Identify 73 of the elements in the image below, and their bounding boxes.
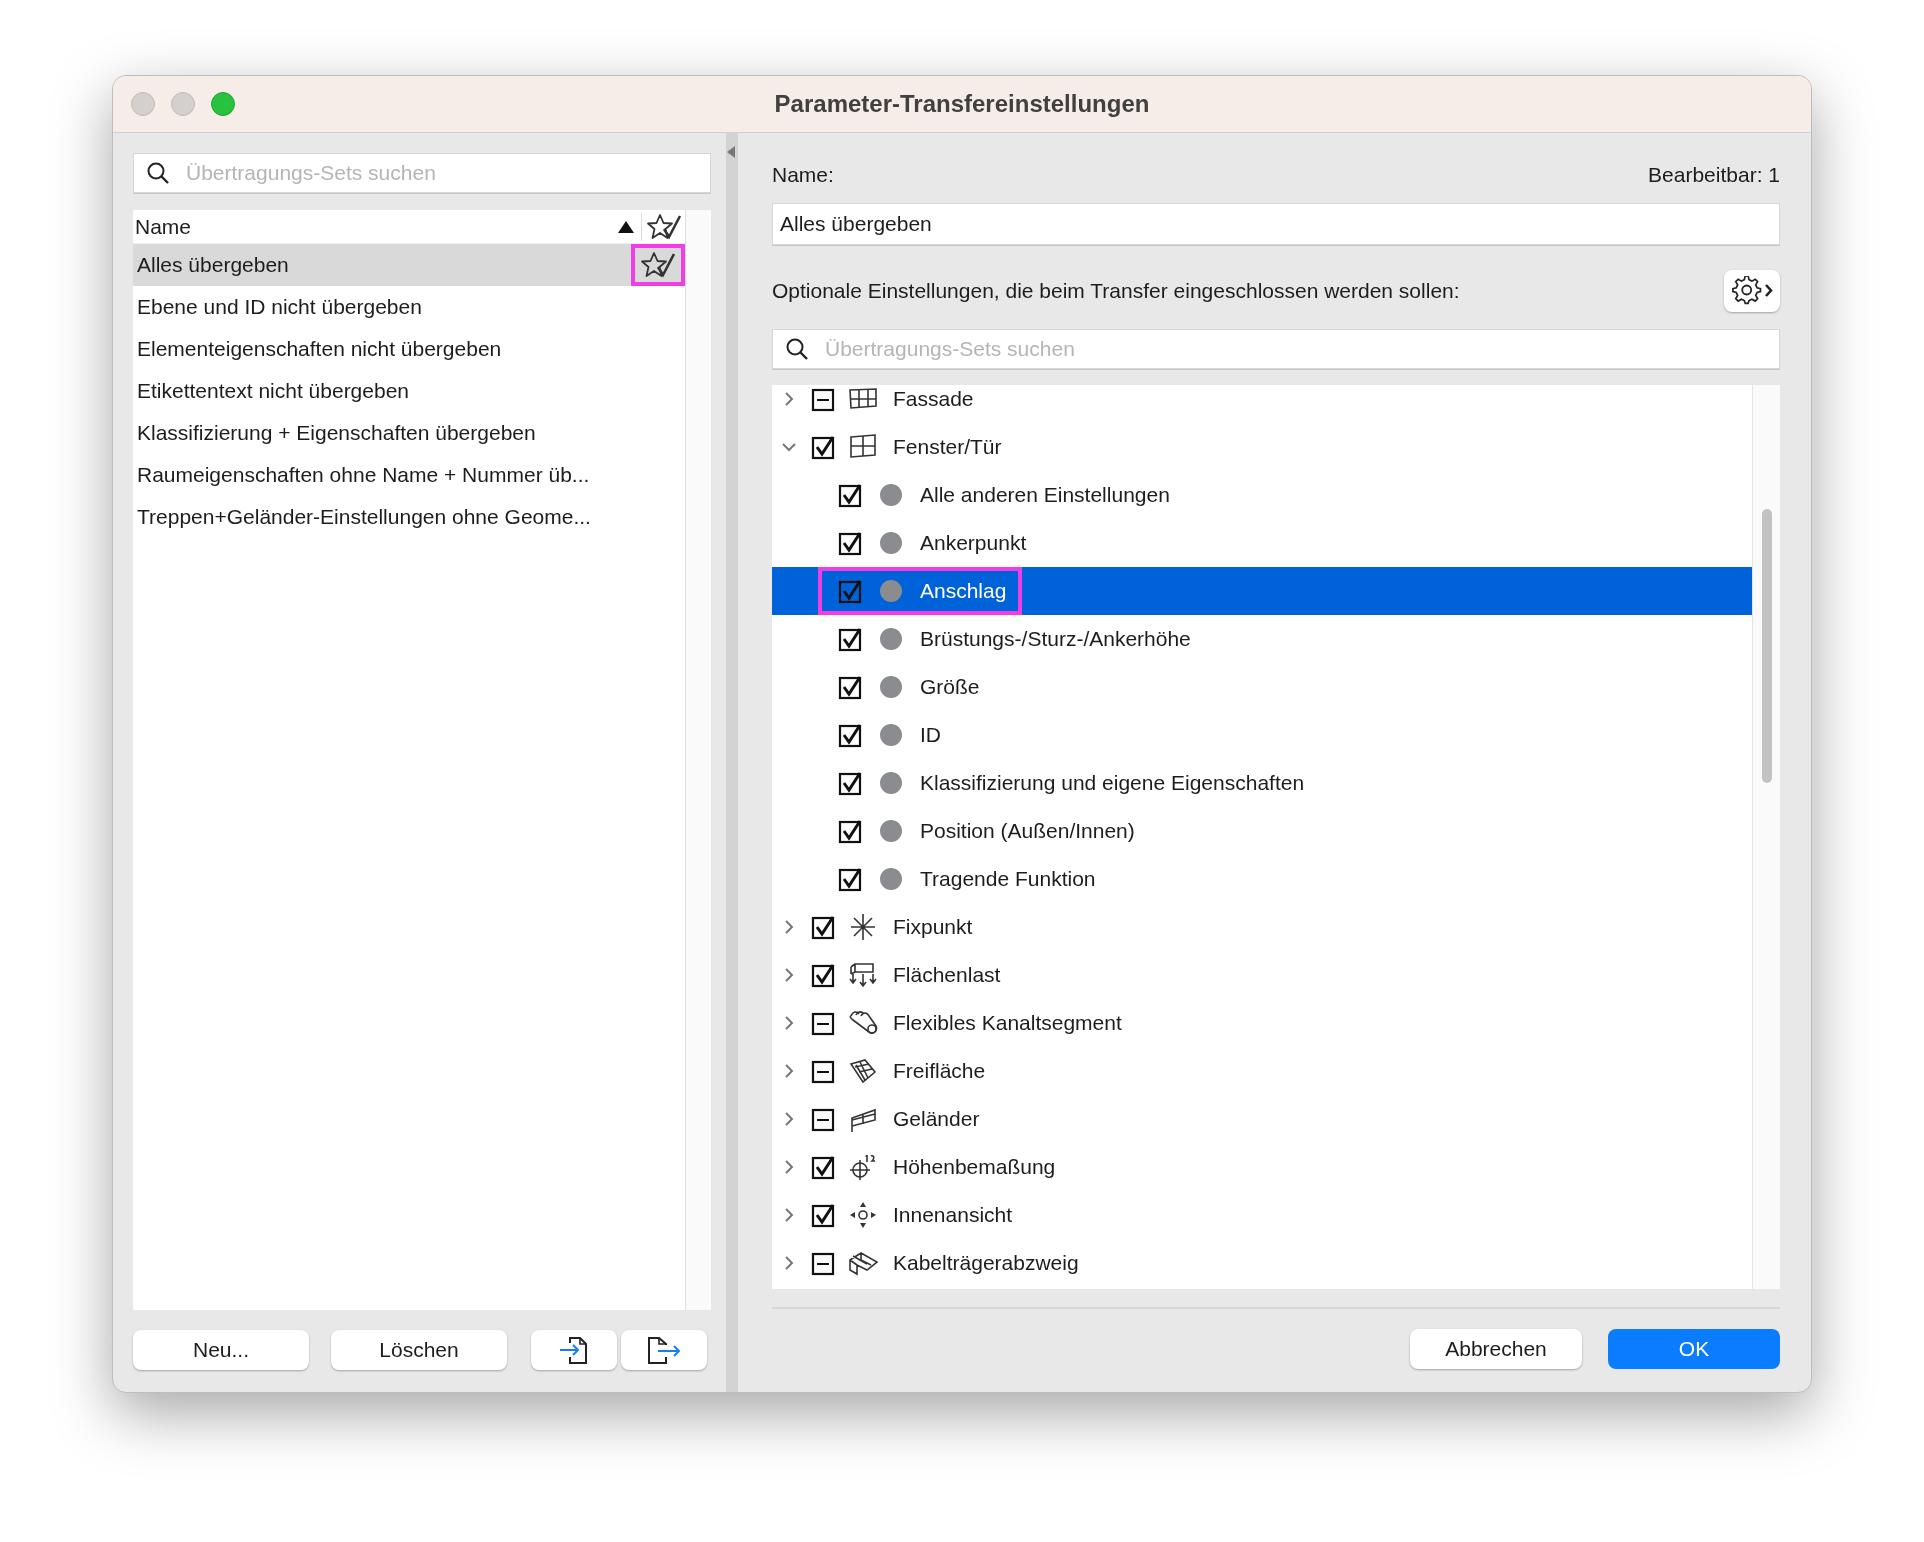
checkbox-checked[interactable] xyxy=(838,674,864,700)
options-label: Optionale Einstellungen, die beim Transfer eingeschlossen werden sollen: xyxy=(772,278,1460,305)
set-list-item[interactable]: Treppen+Geländer-Einstellungen ohne Geome... xyxy=(133,496,685,538)
checkbox-mixed[interactable] xyxy=(811,1250,837,1276)
tree-search-field[interactable]: Übertragungs-Sets suchen xyxy=(772,329,1780,369)
new-button[interactable]: Neu... xyxy=(133,1330,309,1370)
tree-row[interactable]: Alle anderen Einstellungen xyxy=(772,471,1752,519)
tree-row[interactable]: Anschlag xyxy=(772,567,1752,615)
checkbox-checked[interactable] xyxy=(811,914,837,940)
checkbox-checked[interactable] xyxy=(838,626,864,652)
checkbox-mixed[interactable] xyxy=(811,1106,837,1132)
set-list-item[interactable]: Elementeigenschaften nicht übergeben xyxy=(133,328,685,370)
set-list-item[interactable]: Klassifizierung + Eigenschaften übergeben xyxy=(133,412,685,454)
set-list-item[interactable]: Etikettentext nicht übergeben xyxy=(133,370,685,412)
scroll-thumb[interactable] xyxy=(1761,509,1772,783)
tree-row[interactable]: Klassifizierung und eigene Eigenschaften xyxy=(772,759,1752,807)
default-star-icon xyxy=(645,212,682,241)
checkbox-checked[interactable] xyxy=(838,770,864,796)
name-field[interactable]: Alles übergeben xyxy=(772,203,1780,245)
checkbox-checked[interactable] xyxy=(838,482,864,508)
tree-row[interactable]: Brüstungs-/Sturz-/Ankerhöhe xyxy=(772,615,1752,663)
search-field[interactable]: Übertragungs-Sets suchen xyxy=(133,153,711,193)
tree-row[interactable]: Größe xyxy=(772,663,1752,711)
tree-row[interactable]: Flexibles Kanaltsegment xyxy=(772,999,1752,1047)
checkbox-checked[interactable] xyxy=(811,962,837,988)
sort-ascending-icon[interactable] xyxy=(617,219,635,234)
tree-row[interactable]: Flächenlast xyxy=(772,951,1752,999)
tree-row[interactable]: Geländer xyxy=(772,1095,1752,1143)
checkbox-checked[interactable] xyxy=(811,1154,837,1180)
settings-button[interactable] xyxy=(1724,270,1780,312)
tree-row[interactable]: Kabelträgerabzweig xyxy=(772,1239,1752,1287)
collapse-arrow-icon[interactable] xyxy=(726,145,736,159)
tree-row[interactable]: ID xyxy=(772,711,1752,759)
tree-row[interactable]: Fenster/Tür xyxy=(772,423,1752,471)
editable-count: Bearbeitbar: 1 xyxy=(1648,162,1780,189)
file-import-icon xyxy=(558,1335,590,1365)
set-list-item[interactable]: Alles übergeben xyxy=(133,244,685,286)
checkbox-checked[interactable] xyxy=(838,530,864,556)
checkbox-checked[interactable] xyxy=(811,434,837,460)
tree-row[interactable]: Fassade xyxy=(772,385,1752,423)
tree-row[interactable]: Fixpunkt xyxy=(772,903,1752,951)
tree-row[interactable]: Innenansicht xyxy=(772,1191,1752,1239)
search-icon xyxy=(785,337,809,361)
column-header[interactable]: Name xyxy=(135,210,617,243)
checkbox-checked[interactable] xyxy=(838,578,864,604)
checkbox-checked[interactable] xyxy=(838,818,864,844)
name-label: Name: xyxy=(772,162,834,189)
ok-button[interactable]: OK xyxy=(1608,1329,1780,1369)
settings-icon xyxy=(1731,276,1773,306)
import-button[interactable] xyxy=(531,1330,617,1370)
zoom-window-button[interactable] xyxy=(211,92,235,116)
checkbox-checked[interactable] xyxy=(838,866,864,892)
checkbox-mixed[interactable] xyxy=(811,1010,837,1036)
checkbox-mixed[interactable] xyxy=(811,386,837,412)
set-list-item[interactable]: Ebene und ID nicht übergeben xyxy=(133,286,685,328)
checkbox-mixed[interactable] xyxy=(811,1058,837,1084)
set-list-item[interactable]: Raumeigenschaften ohne Name + Nummer üb... xyxy=(133,454,685,496)
export-button[interactable] xyxy=(621,1330,707,1370)
mesh-icon xyxy=(847,1056,879,1086)
delete-button[interactable]: Löschen xyxy=(331,1330,507,1370)
default-star-icon xyxy=(640,251,676,279)
checkbox-checked[interactable] xyxy=(838,722,864,748)
cancel-button[interactable]: Abbrechen xyxy=(1410,1329,1582,1369)
search-icon xyxy=(146,161,170,185)
load-box-icon xyxy=(847,960,879,990)
tree-row[interactable]: Ankerpunkt xyxy=(772,519,1752,567)
tree-row[interactable]: Position (Außen/Innen) xyxy=(772,807,1752,855)
window-title: Parameter-Transfereinstellungen xyxy=(774,89,1150,119)
checkbox-checked[interactable] xyxy=(811,1202,837,1228)
tree-row[interactable]: Freifläche xyxy=(772,1047,1752,1095)
tree-row[interactable]: Höhenbemaßung xyxy=(772,1143,1752,1191)
tree-row[interactable]: Tragende Funktion xyxy=(772,855,1752,903)
file-export-icon xyxy=(646,1335,682,1365)
